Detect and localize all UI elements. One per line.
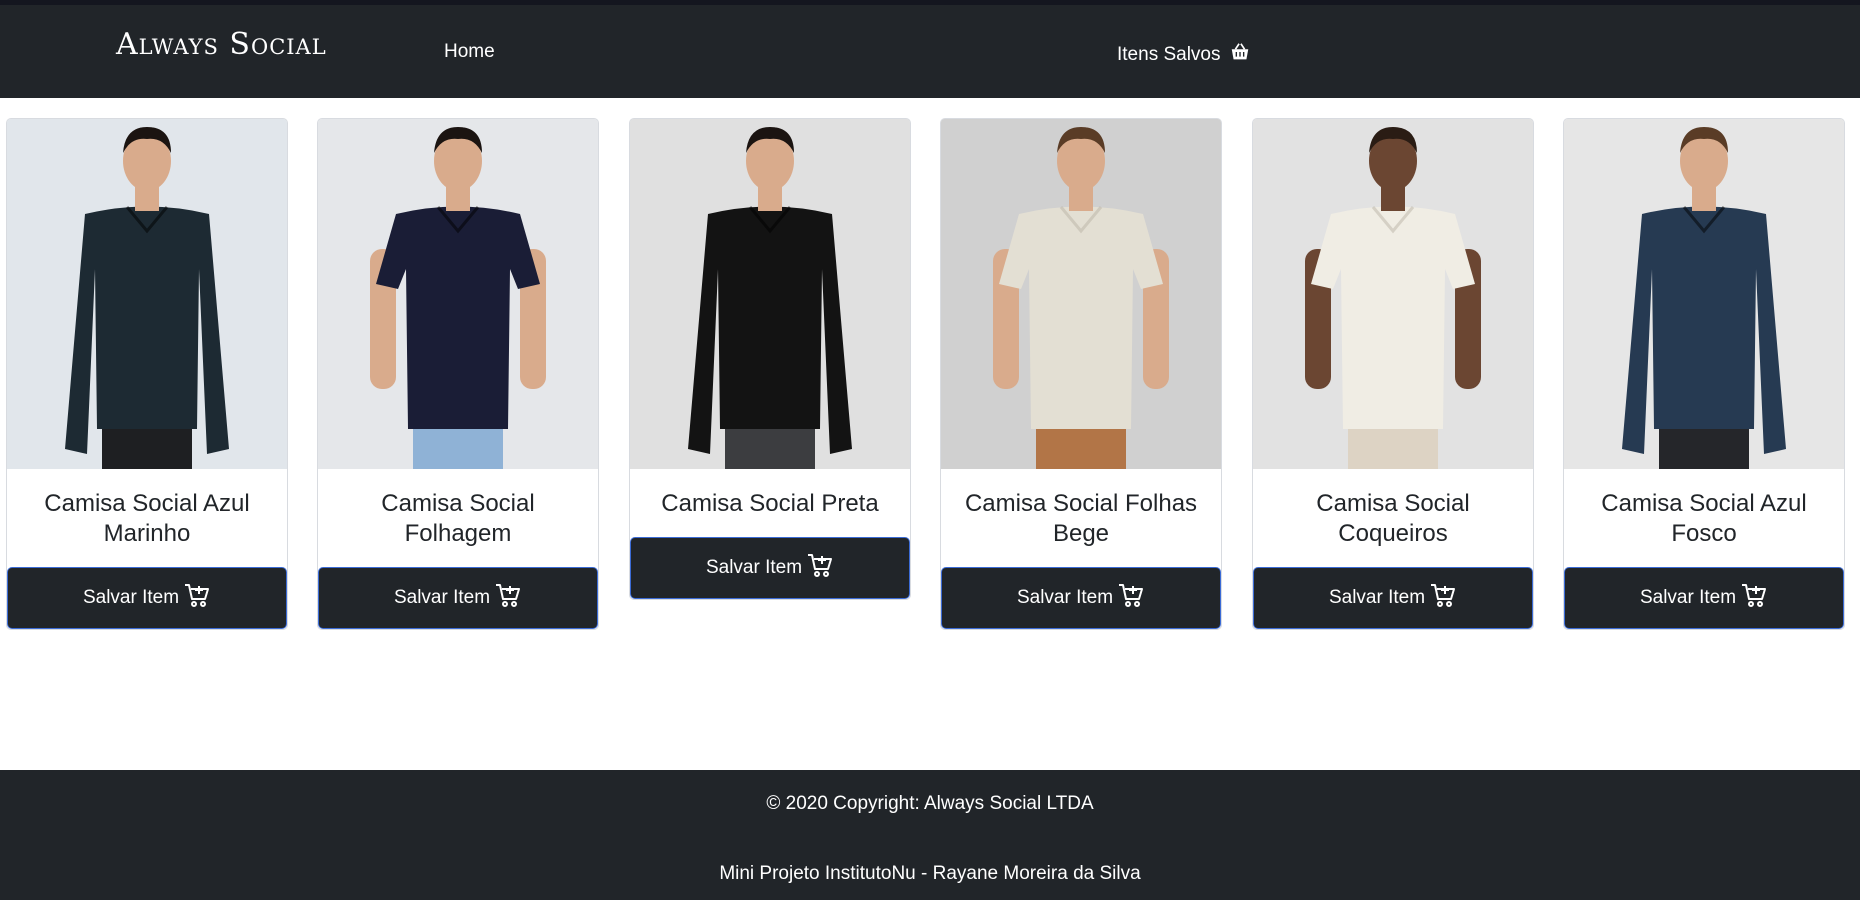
product-photo <box>7 119 287 469</box>
footer-credit: Mini Projeto InstitutoNu - Rayane Moreir… <box>719 863 1141 884</box>
nav-saved-items-label: Itens Salvos <box>1117 44 1221 65</box>
save-item-button[interactable]: Salvar Item <box>1253 567 1533 629</box>
save-item-label: Salvar Item <box>1016 587 1114 608</box>
product-photo <box>1253 119 1533 469</box>
product-card: Camisa Social Azul Fosco Salvar Item <box>1563 118 1845 630</box>
product-card: Camisa Social Azul Marinho Salvar Item <box>6 118 288 630</box>
product-title: Camisa Social Azul Marinho <box>44 490 250 547</box>
save-item-label: Salvar Item <box>1639 587 1737 608</box>
brand-logo[interactable]: Always Social <box>116 27 327 62</box>
save-item-label: Salvar Item <box>1328 587 1426 608</box>
cart-add-icon <box>1740 581 1768 615</box>
cart-add-icon <box>1117 581 1145 615</box>
save-item-button[interactable]: Salvar Item <box>941 567 1221 629</box>
nav-home-link[interactable]: Home <box>444 41 495 63</box>
footer-copyright: © 2020 Copyright: Always Social LTDA <box>766 793 1094 814</box>
cart-add-icon <box>806 551 834 585</box>
product-card: Camisa Social Coqueiros Salvar Item <box>1252 118 1534 630</box>
save-item-label: Salvar Item <box>393 587 491 608</box>
nav-saved-items-link[interactable]: Itens Salvos <box>1117 41 1251 69</box>
product-card: Camisa Social Folhas Bege Salvar Item <box>940 118 1222 630</box>
product-title: Camisa Social Folhas Bege <box>964 490 1198 547</box>
product-title: Camisa Social Folhagem <box>381 490 535 547</box>
product-photo <box>630 119 910 469</box>
save-item-button[interactable]: Salvar Item <box>318 567 598 629</box>
navbar: Always Social Home Itens Salvos <box>0 5 1860 98</box>
product-photo <box>941 119 1221 469</box>
cart-add-icon <box>183 581 211 615</box>
product-photo <box>1564 119 1844 469</box>
product-grid: Camisa Social Azul Marinho Salvar Item C… <box>0 118 1860 648</box>
save-item-button[interactable]: Salvar Item <box>630 537 910 599</box>
product-photo <box>318 119 598 469</box>
save-item-label: Salvar Item <box>705 557 803 578</box>
cart-add-icon <box>1429 581 1457 615</box>
save-item-button[interactable]: Salvar Item <box>1564 567 1844 629</box>
save-item-button[interactable]: Salvar Item <box>7 567 287 629</box>
product-title: Camisa Social Coqueiros <box>1316 490 1470 547</box>
product-title: Camisa Social Azul Fosco <box>1601 490 1807 547</box>
product-card: Camisa Social Folhagem Salvar Item <box>317 118 599 630</box>
footer: © 2020 Copyright: Always Social LTDA Min… <box>0 770 1860 900</box>
save-item-label: Salvar Item <box>82 587 180 608</box>
product-card: Camisa Social Preta Salvar Item <box>629 118 911 600</box>
product-title: Camisa Social Preta <box>661 490 879 517</box>
cart-add-icon <box>494 581 522 615</box>
basket-icon <box>1229 41 1251 69</box>
